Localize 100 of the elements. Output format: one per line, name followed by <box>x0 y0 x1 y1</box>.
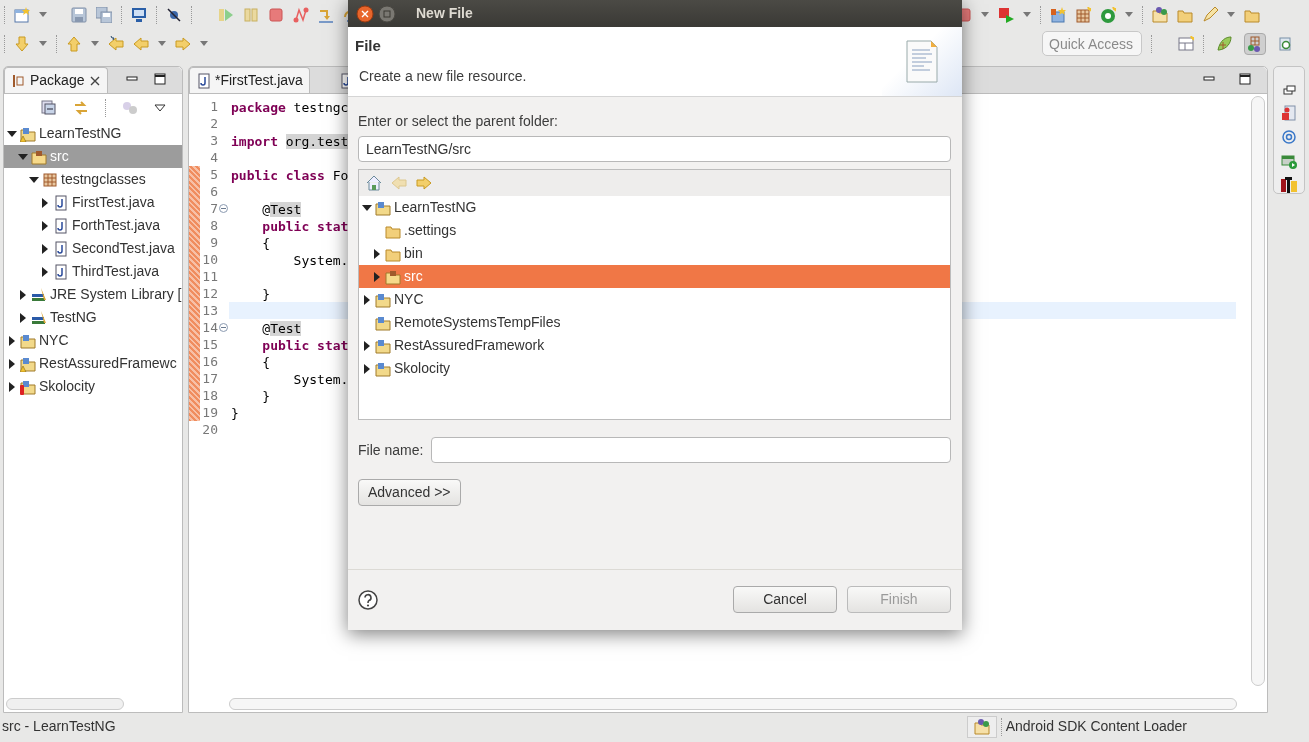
expanded-arrow-icon[interactable] <box>29 174 39 185</box>
circle-c-icon[interactable] <box>1100 6 1116 23</box>
monitor-icon[interactable] <box>131 6 147 23</box>
expanded-arrow-icon[interactable] <box>18 151 28 162</box>
advanced-button[interactable]: Advanced >> <box>358 479 461 506</box>
slash-icon[interactable] <box>166 6 182 23</box>
new-file-icon[interactable] <box>14 6 30 23</box>
arrow-left-icon[interactable] <box>108 35 124 52</box>
tree-item[interactable]: NYC <box>359 288 950 311</box>
help-icon[interactable] <box>358 589 378 610</box>
caret-icon[interactable] <box>1125 12 1133 17</box>
tree-item[interactable]: RemoteSystemsTempFiles <box>359 311 950 334</box>
at-icon[interactable] <box>1281 129 1297 145</box>
tree-item[interactable]: SecondTest.java <box>4 237 182 260</box>
dialog-button[interactable]: Cancel <box>733 586 837 613</box>
run-icon[interactable] <box>998 6 1014 23</box>
line-number: 4 <box>209 148 218 167</box>
horizontal-scrollbar[interactable] <box>6 698 124 710</box>
collapsed-arrow-icon[interactable] <box>362 340 372 351</box>
report-icon[interactable] <box>1281 105 1297 121</box>
collapse-icon[interactable] <box>41 100 57 116</box>
vertical-scrollbar[interactable] <box>1251 96 1265 686</box>
grid-icon[interactable] <box>1075 6 1091 23</box>
tree-item[interactable]: NYC <box>4 329 182 352</box>
maximize-icon[interactable] <box>1239 73 1251 85</box>
tree-item[interactable]: testngclasses <box>4 168 182 191</box>
folder-icon[interactable] <box>1152 6 1168 23</box>
tree-item[interactable]: TestNG <box>4 306 182 329</box>
code-line: import org.test <box>230 133 349 149</box>
dots-icon[interactable] <box>122 100 138 116</box>
code-line: System. <box>292 252 349 268</box>
fold-icon[interactable] <box>219 323 228 332</box>
perspective-button[interactable] <box>1244 32 1266 55</box>
file-name-field[interactable] <box>431 437 951 463</box>
collapsed-arrow-icon[interactable] <box>7 335 17 346</box>
view-tab[interactable]: Package <box>4 67 109 93</box>
file-plus-icon[interactable] <box>1050 6 1066 23</box>
expanded-arrow-icon[interactable] <box>7 128 17 139</box>
package-icon <box>11 72 25 89</box>
tree-item[interactable]: ForthTest.java <box>4 214 182 237</box>
restore-icon[interactable] <box>1282 83 1296 97</box>
view-menu-icon[interactable] <box>154 104 166 112</box>
collapsed-arrow-icon[interactable] <box>372 248 382 259</box>
connector-icon[interactable] <box>293 6 309 23</box>
status-text: Android SDK Content Loader <box>1005 717 1187 736</box>
horizontal-scrollbar[interactable] <box>229 698 1237 710</box>
collapsed-arrow-icon[interactable] <box>40 243 50 254</box>
caret-icon[interactable] <box>200 41 208 46</box>
close-icon[interactable] <box>356 4 374 23</box>
task-icon[interactable] <box>966 715 997 738</box>
blocks-icon[interactable] <box>1281 177 1297 193</box>
tree-item[interactable]: RestAssuredFramewc <box>4 352 182 375</box>
window-icon[interactable] <box>1178 35 1194 52</box>
editor-tab[interactable]: *FirstTest.java <box>189 67 310 93</box>
home-icon[interactable] <box>366 175 382 191</box>
code-line: System. <box>292 371 349 387</box>
maximize-icon[interactable] <box>154 73 166 85</box>
line-number: 2 <box>209 114 218 133</box>
caret-icon[interactable] <box>39 41 47 46</box>
collapsed-arrow-icon[interactable] <box>372 271 382 282</box>
parent-folder-field[interactable]: LearnTestNG/src <box>358 136 951 162</box>
save-all-icon[interactable] <box>96 6 112 23</box>
tree-item[interactable]: LearnTestNG <box>4 122 182 145</box>
tree-item[interactable]: ThirdTest.java <box>4 260 182 283</box>
line-number: 1 <box>209 97 218 116</box>
caret-icon[interactable] <box>91 41 99 46</box>
collapsed-arrow-icon[interactable] <box>362 363 372 374</box>
project-icon <box>375 314 391 331</box>
tree-item[interactable]: RestAssuredFramework <box>359 334 950 357</box>
collapsed-arrow-icon[interactable] <box>18 312 28 323</box>
arrow-right-icon[interactable] <box>416 175 432 191</box>
save-icon[interactable] <box>71 6 87 23</box>
tree-item[interactable]: FirstTest.java <box>4 191 182 214</box>
caret-icon[interactable] <box>1023 12 1031 17</box>
tree-item[interactable]: bin <box>359 242 950 265</box>
caret-icon[interactable] <box>158 41 166 46</box>
caret-icon[interactable] <box>1227 12 1235 17</box>
tree-item[interactable]: .settings <box>359 219 950 242</box>
caret-icon[interactable] <box>981 12 989 17</box>
tree-item[interactable]: Skolocity <box>359 357 950 380</box>
fold-icon[interactable] <box>219 204 228 213</box>
close-icon[interactable] <box>89 74 102 87</box>
sync-arrows-icon[interactable] <box>73 100 89 116</box>
quick-access-field[interactable]: Quick Access <box>1042 31 1142 56</box>
pen-icon[interactable] <box>1202 6 1218 23</box>
tree-item[interactable]: JRE System Library [ <box>4 283 182 306</box>
code-line: public class Fo <box>230 167 349 183</box>
collapsed-arrow-icon[interactable] <box>40 266 50 277</box>
collapsed-arrow-icon[interactable] <box>362 294 372 305</box>
grid-icon <box>1247 35 1263 52</box>
collapsed-arrow-icon[interactable] <box>40 220 50 231</box>
collapsed-arrow-icon[interactable] <box>40 197 50 208</box>
panel-icon[interactable] <box>1281 153 1297 169</box>
caret-icon[interactable] <box>39 12 47 17</box>
collapsed-arrow-icon[interactable] <box>7 381 17 392</box>
tree-item[interactable]: LearnTestNG <box>359 196 950 219</box>
expanded-arrow-icon[interactable] <box>362 202 372 213</box>
tree-item[interactable]: Skolocity <box>4 375 182 398</box>
collapsed-arrow-icon[interactable] <box>7 358 17 369</box>
collapsed-arrow-icon[interactable] <box>18 289 28 300</box>
